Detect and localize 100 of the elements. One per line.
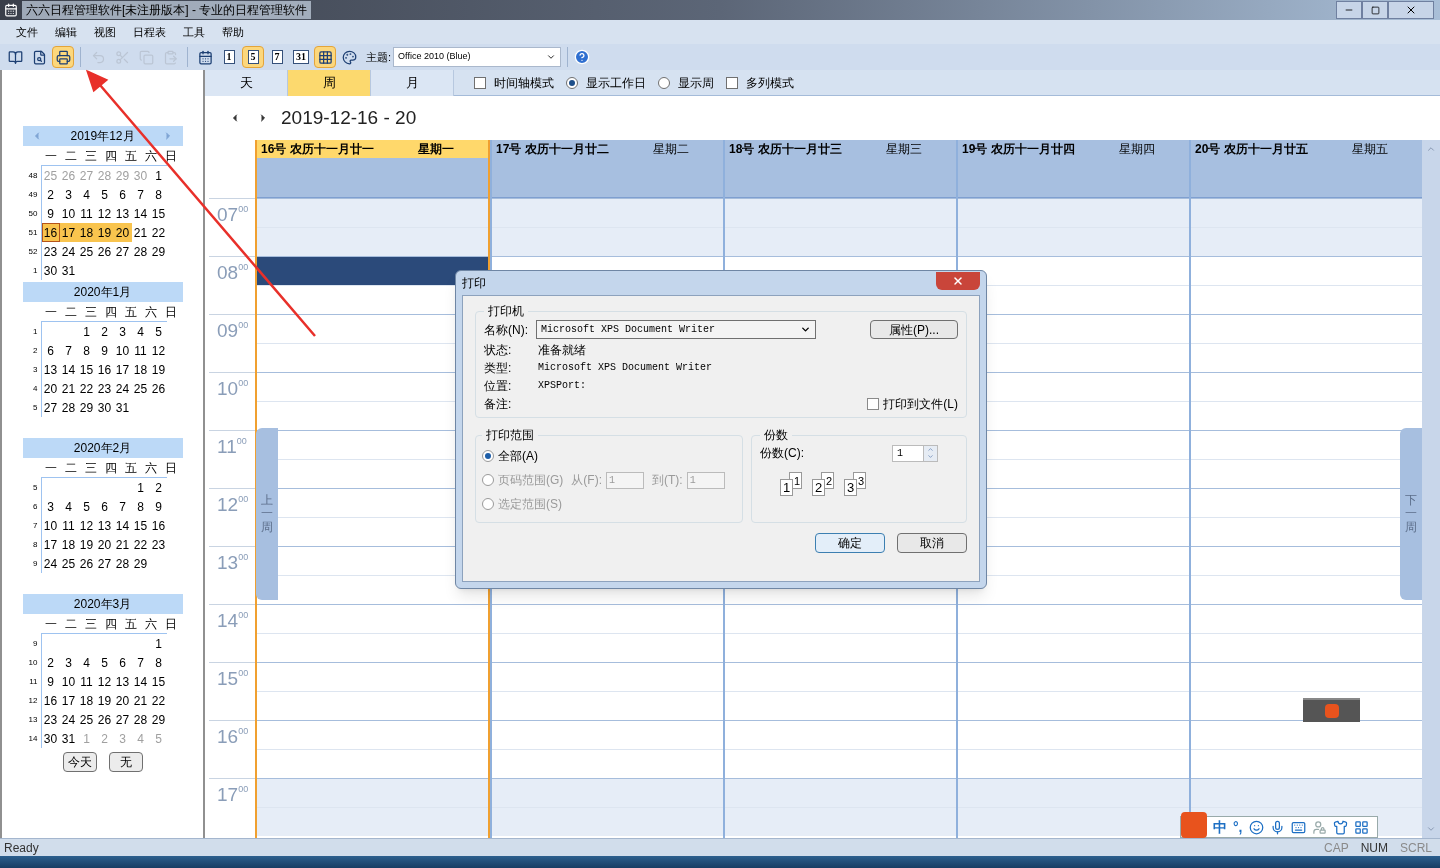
calendar-day[interactable]: 29 — [149, 242, 168, 261]
calendar-day[interactable]: 17 — [113, 360, 132, 379]
calendar-day[interactable]: 16 — [149, 516, 168, 535]
calendar-day[interactable]: 29 — [149, 710, 168, 729]
calendar-day[interactable]: 4 — [59, 497, 78, 516]
calendar-day[interactable]: 23 — [149, 535, 168, 554]
ok-button[interactable]: 确定 — [815, 533, 885, 553]
calendar-day[interactable]: 15 — [149, 672, 168, 691]
calendar-day[interactable]: 6 — [41, 341, 60, 360]
calendar-day[interactable]: 13 — [95, 516, 114, 535]
calendar-day[interactable]: 17 — [59, 691, 78, 710]
calendar-day[interactable]: 23 — [41, 710, 60, 729]
calendar-day[interactable]: 28 — [131, 242, 150, 261]
radio-button[interactable] — [482, 450, 494, 462]
calendar-day[interactable]: 10 — [59, 672, 78, 691]
minimize-button[interactable] — [1336, 1, 1362, 19]
calendar-day[interactable]: 2 — [95, 322, 114, 341]
calendar-day[interactable]: 25 — [77, 242, 96, 261]
calendar-day[interactable]: 10 — [113, 341, 132, 360]
calendar-day[interactable]: 12 — [149, 341, 168, 360]
calendar-day[interactable]: 7 — [131, 653, 150, 672]
calendar-day[interactable]: 28 — [59, 398, 78, 417]
print-icon[interactable] — [52, 46, 74, 68]
calendar-day[interactable]: 26 — [95, 242, 114, 261]
close-button[interactable] — [936, 272, 980, 290]
ime-punctuation[interactable]: °, — [1233, 816, 1243, 838]
calendar-day[interactable]: 18 — [59, 535, 78, 554]
grid-icon[interactable] — [1353, 819, 1369, 835]
calendar-day[interactable]: 15 — [131, 516, 150, 535]
calendar-day[interactable]: 6 — [113, 653, 132, 672]
calendar-day[interactable]: 2 — [41, 653, 60, 672]
calendar-day[interactable]: 9 — [149, 497, 168, 516]
calendar-day[interactable]: 1 — [149, 634, 168, 653]
calendar-day[interactable]: 20 — [41, 379, 60, 398]
calendar-day[interactable]: 19 — [77, 535, 96, 554]
printer-select[interactable]: Microsoft XPS Document Writer — [536, 320, 816, 339]
calendar-view-button[interactable]: 7 — [266, 46, 288, 68]
calendar-day[interactable]: 15 — [149, 204, 168, 223]
calendar-day[interactable]: 5 — [95, 653, 114, 672]
calendar-day[interactable]: 14 — [59, 360, 78, 379]
menu-item[interactable]: 日程表 — [133, 23, 166, 41]
calendar-button[interactable]: 无 — [108, 752, 143, 772]
calendar-day[interactable]: 31 — [59, 729, 78, 748]
calendar-day[interactable]: 25 — [131, 379, 150, 398]
close-icon[interactable] — [1405, 4, 1417, 16]
calendar-day[interactable]: 4 — [77, 653, 96, 672]
calendar-day[interactable]: 4 — [131, 322, 150, 341]
calendar-day[interactable]: 3 — [59, 185, 78, 204]
help-icon[interactable] — [574, 49, 591, 65]
cancel-button[interactable]: 取消 — [897, 533, 967, 553]
calendar-day[interactable]: 12 — [95, 672, 114, 691]
calendar-day[interactable]: 26 — [95, 710, 114, 729]
calendar-day[interactable]: 8 — [149, 653, 168, 672]
calendar-day[interactable]: 24 — [113, 379, 132, 398]
calendar-day[interactable]: 3 — [113, 322, 132, 341]
calendar-day[interactable]: 11 — [59, 516, 78, 535]
calendar-day[interactable]: 25 — [77, 710, 96, 729]
calendar-day[interactable]: 26 — [77, 554, 96, 573]
calendar-day[interactable]: 14 — [131, 672, 150, 691]
calendar-day[interactable]: 18 — [77, 691, 96, 710]
calendar-day[interactable]: 22 — [77, 379, 96, 398]
menu-item[interactable]: 工具 — [183, 23, 205, 41]
calendar-day[interactable]: 12 — [95, 204, 114, 223]
emoji-icon[interactable] — [1248, 819, 1264, 835]
calendar-day[interactable]: 29 — [77, 398, 96, 417]
view-tab[interactable]: 周 — [288, 69, 371, 96]
calendar-day[interactable]: 1 — [131, 478, 150, 497]
calendar-day[interactable]: 20 — [113, 691, 132, 710]
calendar-day[interactable]: 27 — [113, 242, 132, 261]
calendar-day[interactable]: 10 — [59, 204, 78, 223]
calendar-day[interactable]: 9 — [41, 204, 60, 223]
calendar-day[interactable]: 22 — [149, 223, 168, 242]
menu-item[interactable]: 文件 — [16, 23, 38, 41]
calendar-day[interactable]: 7 — [131, 185, 150, 204]
calendar-day[interactable]: 19 — [95, 691, 114, 710]
radio-button[interactable] — [658, 76, 670, 89]
calendar-day[interactable]: 23 — [95, 379, 114, 398]
calendar-day[interactable]: 11 — [131, 341, 150, 360]
calendar-day[interactable]: 13 — [41, 360, 60, 379]
calendar-day[interactable]: 8 — [149, 185, 168, 204]
calendar-day[interactable]: 2 — [41, 185, 60, 204]
calendar-day[interactable]: 7 — [59, 341, 78, 360]
calendar-day[interactable]: 13 — [113, 672, 132, 691]
calendar-day[interactable]: 22 — [131, 535, 150, 554]
calendar-day[interactable]: 7 — [113, 497, 132, 516]
calendar-day[interactable]: 5 — [95, 185, 114, 204]
calendar-day[interactable]: 6 — [113, 185, 132, 204]
calendar-day[interactable]: 24 — [59, 242, 78, 261]
keyboard-icon[interactable] — [1290, 819, 1306, 835]
calendar-day[interactable]: 20 — [95, 535, 114, 554]
calendar-day[interactable]: 28 — [113, 554, 132, 573]
calendar-day[interactable]: 23 — [41, 242, 60, 261]
calendar-day[interactable]: 16 — [95, 360, 114, 379]
ime-mode[interactable]: 中 — [1213, 816, 1227, 838]
calendar-day[interactable]: 25 — [59, 554, 78, 573]
calendar-day[interactable]: 21 — [131, 691, 150, 710]
calendar-day[interactable]: 10 — [41, 516, 60, 535]
calendar-day[interactable]: 6 — [95, 497, 114, 516]
calendar-day[interactable]: 4 — [77, 185, 96, 204]
calendar-button[interactable]: 今天 — [62, 752, 97, 772]
